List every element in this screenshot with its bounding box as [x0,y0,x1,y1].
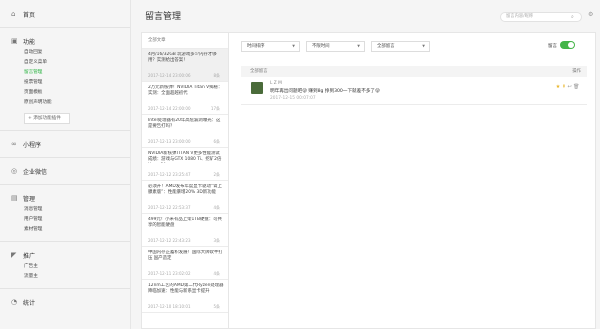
chevron-down-icon: ▼ [357,44,360,48]
list-item[interactable]: NVIDIA新核弹TITAN V更多性能测试成绩：游戏与GTX 1080 Ti、… [142,148,228,181]
comment-username: L Z M [270,81,282,86]
sidebar-item-custom-menu[interactable]: 自定义菜单 [11,58,130,68]
stats-icon: ◔ [11,298,18,306]
list-item[interactable]: 12nm工艺的AMD第二代Ryzen处理器降临加速：性能与新系显卡提升 2017-… [142,280,228,313]
manage-icon: ▤ [11,194,18,202]
comment-content: 明年再出问题吧😜 赚到8g 挣到300一下就差不多了😜 [270,89,380,94]
sort-select[interactable]: 时间排序 ▼ [241,41,300,52]
gear-icon[interactable]: ⚙ [588,11,593,18]
article-list: 全部文章 4月/16/32GB 玩游戏多少内存才够用？实测给出答案！ 2017-1… [142,33,229,329]
table-header: 全部留言 操作 [241,66,587,77]
sidebar-item-home[interactable]: ⌂ 首页 [11,7,130,21]
divider [0,184,130,185]
list-item[interactable]: 2万元新核弹！NVIDIA Titan V揭秘：实测：全面超越初代 2017-12… [142,82,228,115]
sidebar-section-promo[interactable]: ◤ 推广 [11,248,130,262]
divider [0,288,130,289]
sidebar-section-manage[interactable]: ▤ 管理 [11,191,130,205]
sidebar-item-messages[interactable]: 消息管理 [11,205,130,215]
sidebar-item-original[interactable]: 原创声明功能 [11,98,130,108]
comment-toggle-label: 留言 [548,44,557,49]
delete-icon[interactable]: 🗑 [573,84,581,90]
wecom-icon: ◎ [11,167,18,175]
divider [0,27,130,28]
sidebar-item-materials[interactable]: 素材管理 [11,225,130,235]
add-plugin-button[interactable]: + 添加功能插件 [24,113,70,124]
sidebar-item-stats[interactable]: ◔ 统计 [11,295,130,309]
page-title: 留言管理 [145,12,182,22]
sidebar: ⌂ 首页 ▣ 功能 自动回复 自定义菜单 留言管理 投票管理 页面模板 原创声明功能… [0,0,131,329]
comment-toggle[interactable] [560,41,575,49]
chevron-down-icon: ▼ [292,44,295,48]
sidebar-item-comments[interactable]: 留言管理 [11,68,130,78]
link-icon: ∞ [11,140,17,148]
promo-icon: ◤ [11,251,17,259]
divider [0,157,130,158]
sidebar-item-wecom[interactable]: ◎ 企业微信 [11,164,130,178]
comment-actions: ★↟↩🗑 [556,84,581,90]
search-input[interactable]: 留言内容/昵称 [500,12,582,22]
divider [0,130,130,131]
sidebar-item-votes[interactable]: 投票管理 [11,78,130,88]
time-range-select[interactable]: 不限时间 ▼ [306,41,365,52]
list-item[interactable]: 中国内存正蓄积发展！国际大牌砍半打压 国产造定 2017-12-11 23:02:… [142,247,228,280]
chevron-down-icon: ▼ [422,44,425,48]
main-content: 留言管理 留言内容/昵称 ⌕ ⚙ 全部文章 4月/16/32GB 玩游戏多少内存… [131,0,600,329]
avatar[interactable] [251,82,263,94]
comment-panel: 全部文章 4月/16/32GB 玩游戏多少内存才够用？实测给出答案！ 2017-1… [141,32,596,329]
sidebar-item-auto-reply[interactable]: 自动回复 [11,48,130,58]
app-root: ⌂ 首页 ▣ 功能 自动回复 自定义菜单 留言管理 投票管理 页面模板 原创声明功能… [0,0,600,329]
comment-time: 2017-12-15 00:07:07 [270,96,316,101]
search-icon[interactable]: ⌕ [571,12,574,22]
sidebar-item-page-template[interactable]: 页面模板 [11,88,130,98]
list-item[interactable]: 499元！小米有品上架1TB硬盘：可共享的智能硬盘 2017-12-12 22:4… [142,214,228,247]
article-list-header: 全部文章 [142,33,228,49]
comment-row: L Z M 明年再出问题吧😜 赚到8g 挣到300一下就差不多了😜 2017-1… [241,77,587,105]
list-item[interactable]: 必须升！AMD发布年度显卡驱动“肾上腺素版”：性能暴增20% 3D新功能 2017… [142,181,228,214]
sidebar-item-advertiser[interactable]: 广告主 [11,262,130,272]
comment-type-select[interactable]: 全部留言 ▼ [371,41,430,52]
list-item[interactable]: 4月/16/32GB 玩游戏多少内存才够用？实测给出答案！ 2017-12-14 … [142,49,228,82]
list-item[interactable]: Intel处理器有20年高危漏洞曝光：这是要告打吗？ 2017-12-13 23:… [142,115,228,148]
function-icon: ▣ [11,37,18,45]
sidebar-item-miniprogram[interactable]: ∞ 小程序 [11,137,130,151]
home-icon: ⌂ [11,10,16,18]
sidebar-section-func[interactable]: ▣ 功能 [11,34,130,48]
sidebar-item-users[interactable]: 用户管理 [11,215,130,225]
divider [0,241,130,242]
sidebar-item-publisher[interactable]: 流量主 [11,272,130,282]
